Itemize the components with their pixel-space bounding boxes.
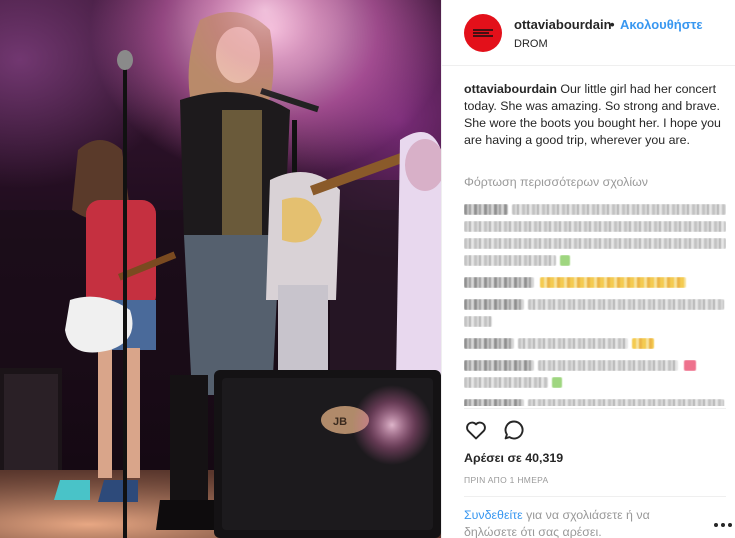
blurred-comments xyxy=(464,198,726,406)
likes-count[interactable]: Αρέσει σε 40,319 xyxy=(464,451,563,465)
comment-blurred xyxy=(464,360,726,371)
post-photo[interactable]: JB xyxy=(0,0,441,538)
post-panel: ottaviabourdain • Ακολουθήστε DROM ottav… xyxy=(441,0,735,538)
comment-blurred xyxy=(464,299,726,310)
separator-dot: • xyxy=(610,17,615,32)
more-options-icon[interactable] xyxy=(714,522,732,528)
drom-logo-icon xyxy=(471,26,495,40)
post-header: ottaviabourdain • Ακολουθήστε DROM xyxy=(442,0,735,66)
comment-blurred xyxy=(464,316,726,327)
comment-blurred xyxy=(464,238,726,249)
comment-blurred xyxy=(464,255,726,266)
caption-username[interactable]: ottaviabourdain xyxy=(464,82,557,96)
footer-divider xyxy=(464,496,726,497)
comment-blurred xyxy=(464,377,726,388)
comment-blurred xyxy=(464,204,726,215)
comment-blurred xyxy=(464,221,726,232)
post-timestamp[interactable]: ΠΡΙΝ ΑΠΟ 1 ΗΜΕΡΑ xyxy=(464,475,548,485)
actions-divider xyxy=(464,408,726,409)
post-caption: ottaviabourdain Our little girl had her … xyxy=(464,81,726,149)
concert-scene: JB xyxy=(0,0,441,538)
comment-blurred xyxy=(464,338,726,349)
login-prompt: Συνδεθείτε για να σχολιάσετε ή να δηλώσε… xyxy=(464,507,704,538)
follow-button[interactable]: Ακολουθήστε xyxy=(620,17,703,32)
avatar[interactable] xyxy=(464,14,502,52)
load-more-comments-button[interactable]: Φόρτωση περισσότερων σχολίων xyxy=(464,175,648,189)
heart-icon[interactable] xyxy=(464,418,488,442)
post-username[interactable]: ottaviabourdain xyxy=(514,17,612,32)
comment-blurred xyxy=(464,399,726,406)
post-location[interactable]: DROM xyxy=(514,38,548,50)
comment-icon[interactable] xyxy=(502,418,526,442)
comment-blurred xyxy=(464,277,726,288)
svg-text:JB: JB xyxy=(333,416,347,428)
login-link[interactable]: Συνδεθείτε xyxy=(464,508,523,522)
